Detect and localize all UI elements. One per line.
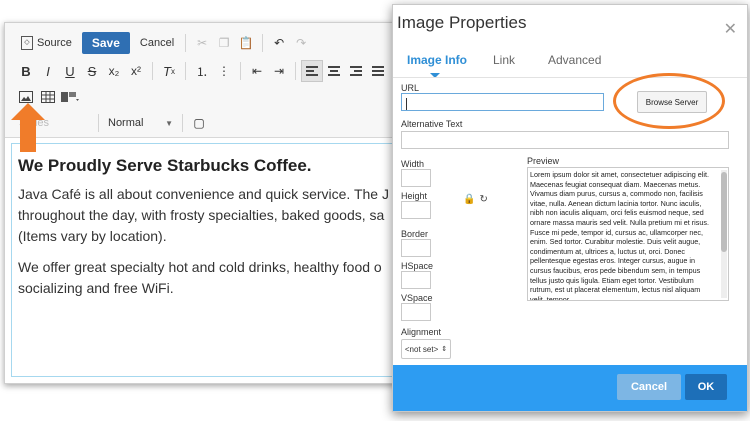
underline-button[interactable]: U (59, 60, 81, 82)
hspace-label: HSpace (401, 261, 434, 271)
save-button[interactable]: Save (81, 32, 130, 54)
width-label: Width (401, 159, 425, 169)
cut-icon[interactable]: ✂ (191, 32, 213, 54)
content-paragraph: We offer great specialty hot and cold dr… (18, 259, 382, 296)
width-input[interactable] (401, 169, 431, 187)
image-properties-dialog: Image Properties ✕ Image Info Link Advan… (392, 4, 748, 412)
indent-icon[interactable]: ⇥ (268, 60, 290, 82)
bold-button[interactable]: B (15, 60, 37, 82)
align-right-icon[interactable] (345, 60, 367, 82)
cancel-button[interactable]: Cancel (134, 32, 180, 54)
preview-area[interactable]: Lorem ipsum dolor sit amet, consectetuer… (527, 167, 729, 301)
dialog-tabs: Image Info Link Advanced (393, 49, 747, 79)
insert-media-icon[interactable] (59, 86, 81, 108)
toolbar-separator (240, 62, 241, 80)
vspace-input[interactable] (401, 303, 431, 321)
reset-size-icon[interactable]: ↻ (479, 194, 487, 205)
content-paragraph: Java Café is all about convenience and q… (18, 186, 389, 244)
toolbar-row-2: B I U S x₂ x² Tx ⒈ ⋮ ⇤ ⇥ ∞ (15, 59, 422, 83)
text-cursor (406, 98, 407, 110)
lock-icon[interactable]: 🔒 (463, 194, 475, 205)
url-label: URL (401, 83, 420, 93)
chevron-down-icon: ▼ (165, 118, 173, 128)
source-label: Source (37, 37, 72, 49)
undo-icon[interactable]: ↶ (268, 32, 290, 54)
editor-content[interactable]: We Proudly Serve Starbucks Coffee. Java … (11, 143, 419, 377)
tab-link[interactable]: Link (493, 53, 515, 67)
toolbar-separator (185, 62, 186, 80)
subscript-button[interactable]: x₂ (103, 60, 125, 82)
paste-icon[interactable]: 📋 (235, 32, 257, 54)
align-center-icon[interactable] (323, 60, 345, 82)
close-icon[interactable]: ✕ (724, 19, 737, 39)
toolbar-separator (98, 114, 99, 132)
source-button[interactable]: ◇ Source (15, 32, 78, 54)
annotation-oval (613, 73, 725, 129)
chevron-updown-icon: ⇕ (441, 346, 448, 353)
editor-toolbar: ◇ Source Save Cancel ✂ ❐ 📋 ↶ ↷ B I U S x… (5, 23, 425, 138)
editor-window: ◇ Source Save Cancel ✂ ❐ 📋 ↶ ↷ B I U S x… (4, 22, 426, 384)
content-heading: We Proudly Serve Starbucks Coffee. (18, 156, 312, 175)
alt-text-input[interactable] (401, 131, 729, 149)
tab-advanced[interactable]: Advanced (548, 53, 601, 67)
annotation-arrow-icon (11, 103, 45, 120)
preview-text: Lorem ipsum dolor sit amet, consectetuer… (530, 170, 709, 301)
format-dropdown[interactable]: Normal ▼ (104, 113, 177, 133)
bulleted-list-icon[interactable]: ⋮ (213, 60, 235, 82)
preview-label: Preview (527, 156, 560, 166)
alignment-select[interactable]: <not set> ⇕ (401, 339, 451, 359)
toolbar-separator (182, 114, 183, 132)
italic-button[interactable]: I (37, 60, 59, 82)
ratio-controls: 🔒 ↻ (463, 194, 488, 205)
dialog-title: Image Properties (397, 13, 527, 32)
vspace-label: VSpace (401, 293, 433, 303)
numbered-list-icon[interactable]: ⒈ (191, 60, 213, 82)
strikethrough-button[interactable]: S (81, 60, 103, 82)
alignment-label: Alignment (401, 327, 442, 337)
maximize-icon[interactable]: ▢ (188, 112, 210, 134)
copy-icon[interactable]: ❐ (213, 32, 235, 54)
remove-format-icon[interactable]: Tx (158, 60, 180, 82)
toolbar-row-1: ◇ Source Save Cancel ✂ ❐ 📋 ↶ ↷ (15, 31, 312, 55)
dialog-footer: Cancel OK (393, 365, 747, 411)
alt-text-label: Alternative Text (401, 119, 463, 129)
format-dropdown-value: Normal (108, 117, 144, 129)
superscript-button[interactable]: x² (125, 60, 147, 82)
toolbar-separator (295, 62, 296, 80)
preview-scrollbar-thumb[interactable] (721, 172, 727, 252)
justify-icon[interactable] (367, 60, 389, 82)
border-input[interactable] (401, 239, 431, 257)
tab-image-info[interactable]: Image Info (407, 53, 467, 67)
cancel-button[interactable]: Cancel (617, 374, 681, 400)
height-label: Height (401, 191, 428, 201)
ok-button[interactable]: OK (685, 374, 727, 400)
source-icon: ◇ (21, 36, 33, 50)
annotation-arrow-stem (20, 120, 36, 152)
toolbar-separator (152, 62, 153, 80)
redo-icon[interactable]: ↷ (290, 32, 312, 54)
height-input[interactable] (401, 201, 431, 219)
toolbar-separator (262, 34, 264, 52)
alignment-value: <not set> (404, 344, 439, 354)
toolbar-separator (185, 34, 187, 52)
align-left-icon[interactable] (301, 60, 323, 82)
border-label: Border (401, 229, 429, 239)
outdent-icon[interactable]: ⇤ (246, 60, 268, 82)
hspace-input[interactable] (401, 271, 431, 289)
url-input[interactable] (401, 93, 604, 111)
